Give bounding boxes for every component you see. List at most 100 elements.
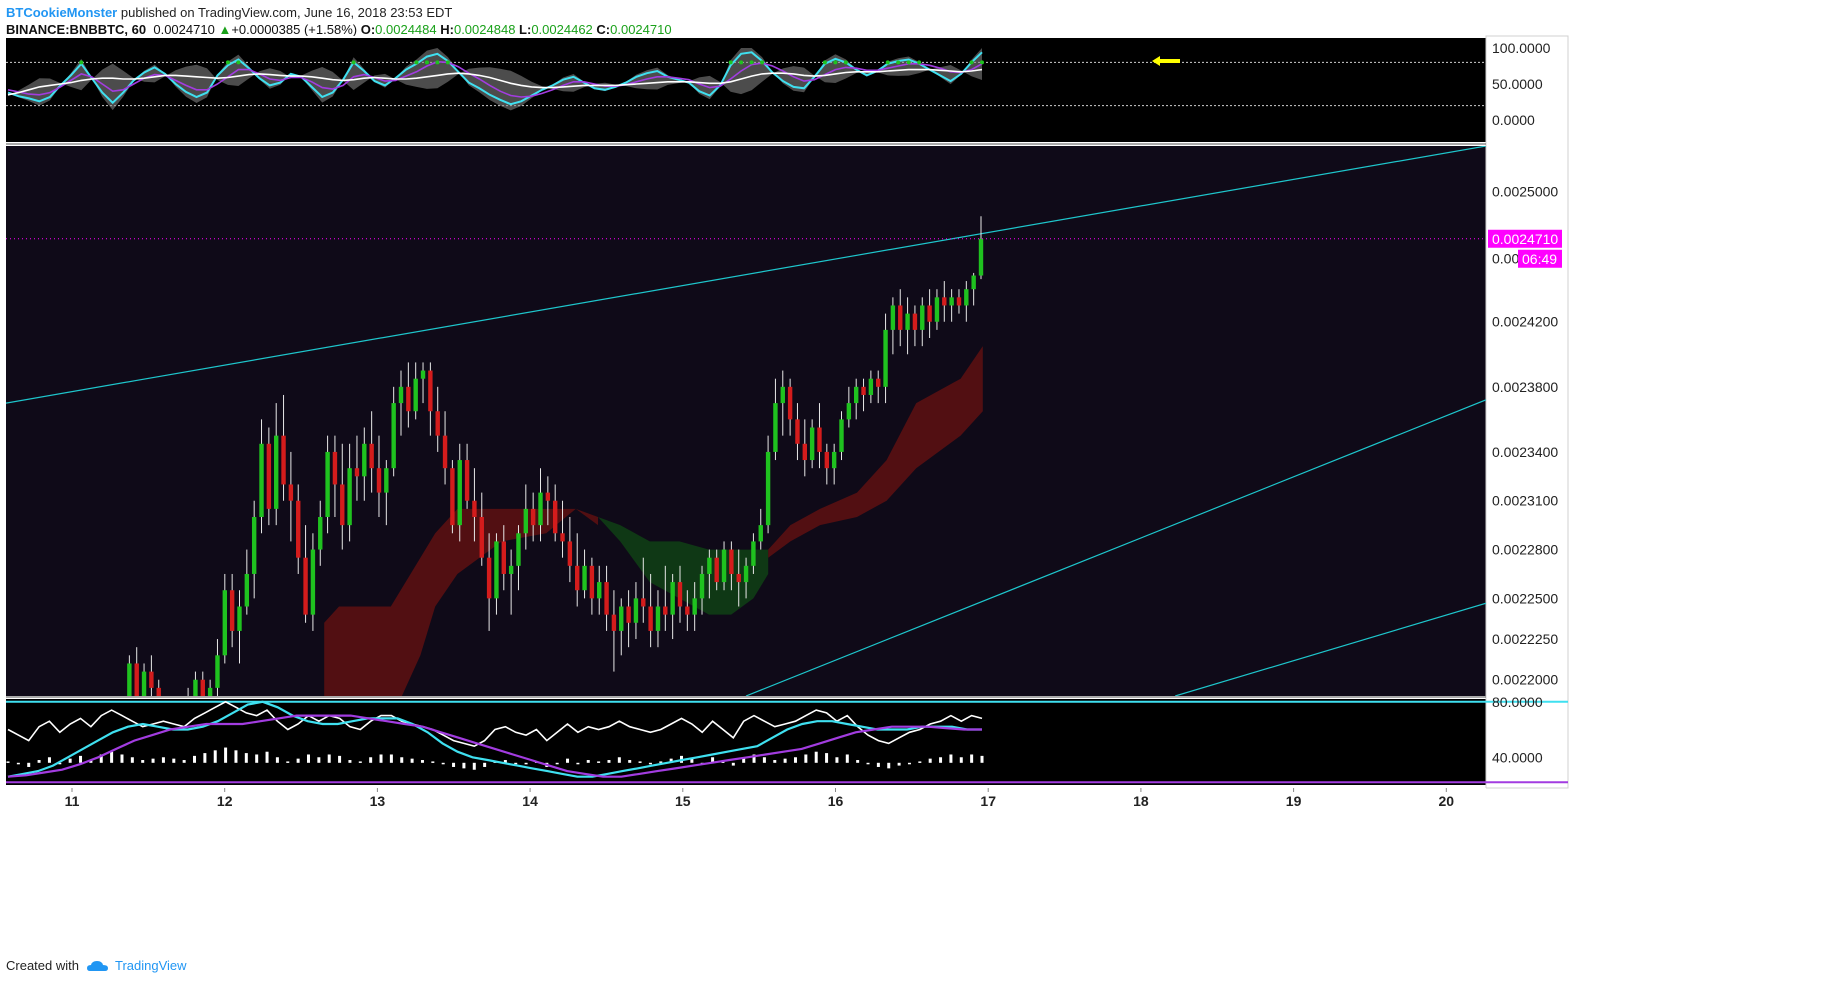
candle-body bbox=[508, 565, 514, 574]
histogram-bar bbox=[783, 758, 787, 763]
top-signal-dot bbox=[351, 60, 356, 65]
candle-body bbox=[942, 297, 947, 306]
histogram-bar bbox=[576, 762, 580, 765]
top-axis-tick-label: 100.0000 bbox=[1492, 40, 1551, 56]
price-axis-tick-label: 0.0022800 bbox=[1492, 542, 1558, 558]
histogram-bar bbox=[607, 760, 611, 763]
candle-body bbox=[354, 468, 360, 477]
top-signal-dot bbox=[843, 60, 848, 65]
top-axis-tick-label: 0.0000 bbox=[1492, 112, 1535, 128]
candle-body bbox=[626, 606, 631, 623]
price-axis-tick-label: 0.0022000 bbox=[1492, 672, 1558, 688]
candle-body bbox=[413, 378, 418, 412]
price-axis-tick-label: 0.0024200 bbox=[1492, 314, 1558, 330]
histogram-bar bbox=[659, 761, 663, 763]
histogram-bar bbox=[151, 758, 155, 763]
top-signal-dot bbox=[885, 60, 890, 65]
histogram-bar bbox=[483, 762, 487, 767]
histogram-bar bbox=[327, 754, 331, 763]
top-signal-dot bbox=[728, 60, 733, 65]
top-signal-dot bbox=[917, 60, 922, 65]
histogram-bar bbox=[524, 762, 528, 765]
histogram-bar bbox=[400, 757, 404, 763]
histogram-bar bbox=[887, 762, 891, 769]
chart-canvas[interactable]: 100.0000 50.0000 0.0000 0.0025000 0.0024200 0… bbox=[0, 0, 1828, 984]
candle-body bbox=[428, 370, 433, 412]
histogram-bar bbox=[16, 762, 20, 765]
candle-body bbox=[273, 435, 279, 509]
candle-body bbox=[934, 297, 940, 322]
candle-body bbox=[604, 582, 609, 615]
candle-body bbox=[699, 573, 705, 599]
histogram-bar bbox=[379, 754, 383, 763]
candle-body bbox=[442, 435, 448, 469]
top-signal-dot bbox=[445, 60, 450, 65]
price-axis-tick-label: 0.0022500 bbox=[1492, 590, 1558, 606]
histogram-bar bbox=[286, 761, 290, 763]
candle-body bbox=[193, 679, 198, 696]
top-signal-dot bbox=[822, 60, 827, 65]
histogram-bar bbox=[161, 757, 165, 763]
histogram-bar bbox=[731, 762, 735, 766]
candle-body bbox=[494, 541, 499, 599]
candle-body bbox=[956, 297, 962, 306]
candle-body bbox=[597, 582, 602, 599]
histogram-bar bbox=[441, 762, 445, 765]
candle-body bbox=[971, 275, 976, 290]
candle-body bbox=[369, 443, 374, 469]
histogram-bar bbox=[628, 760, 632, 763]
histogram-bar bbox=[959, 757, 963, 763]
candle-body bbox=[215, 655, 220, 688]
bottom-axis-tick-label: 80.0000 bbox=[1492, 694, 1543, 710]
candle-body bbox=[611, 614, 617, 631]
histogram-bar bbox=[970, 754, 974, 763]
histogram-bar bbox=[462, 762, 466, 769]
candle-body bbox=[824, 451, 830, 469]
top-signal-dot bbox=[236, 60, 241, 65]
top-axis-tick-label: 50.0000 bbox=[1492, 76, 1543, 92]
candle-body bbox=[530, 508, 536, 526]
tradingview-link[interactable]: TradingView bbox=[115, 958, 187, 973]
candle-body bbox=[398, 386, 404, 404]
histogram-bar bbox=[928, 758, 932, 763]
histogram-bar bbox=[845, 754, 849, 763]
histogram-bar bbox=[110, 751, 114, 763]
candle-body bbox=[714, 557, 719, 583]
histogram-bar bbox=[566, 758, 570, 763]
candle-body bbox=[773, 403, 778, 452]
histogram-bar bbox=[234, 750, 238, 763]
candle-body bbox=[692, 598, 697, 615]
price-axis-tick-label: 0.0023400 bbox=[1492, 444, 1558, 460]
candle-body bbox=[560, 533, 565, 542]
candle-body bbox=[582, 565, 587, 591]
candle-body bbox=[486, 557, 492, 599]
top-signal-dot bbox=[906, 60, 911, 65]
time-axis-tick-label: 18 bbox=[1133, 793, 1149, 809]
histogram-bar bbox=[224, 747, 228, 763]
candle-body bbox=[846, 403, 852, 420]
candle-body bbox=[670, 582, 675, 615]
candle-body bbox=[707, 557, 712, 574]
candle-body bbox=[809, 427, 815, 461]
histogram-bar bbox=[897, 762, 901, 766]
histogram-bar bbox=[244, 753, 248, 763]
top-signal-dot bbox=[424, 60, 429, 65]
histogram-bar bbox=[586, 760, 590, 763]
histogram-bar bbox=[773, 760, 777, 763]
candle-body bbox=[450, 468, 455, 526]
histogram-bar bbox=[452, 762, 456, 767]
candle-body bbox=[266, 443, 272, 509]
candle-body bbox=[479, 517, 484, 558]
histogram-bar bbox=[193, 755, 197, 763]
bottom-pane-bg bbox=[6, 699, 1486, 785]
candle-body bbox=[567, 541, 573, 566]
bottom-axis-tick-label: 40.0000 bbox=[1492, 749, 1543, 765]
histogram-bar bbox=[555, 762, 559, 765]
candle-body bbox=[868, 378, 874, 395]
histogram-bar bbox=[949, 754, 953, 763]
histogram-bar bbox=[814, 751, 818, 763]
histogram-bar bbox=[141, 760, 145, 763]
top-signal-dot bbox=[749, 60, 754, 65]
histogram-bar bbox=[410, 758, 414, 763]
time-axis-tick-label: 19 bbox=[1286, 793, 1302, 809]
